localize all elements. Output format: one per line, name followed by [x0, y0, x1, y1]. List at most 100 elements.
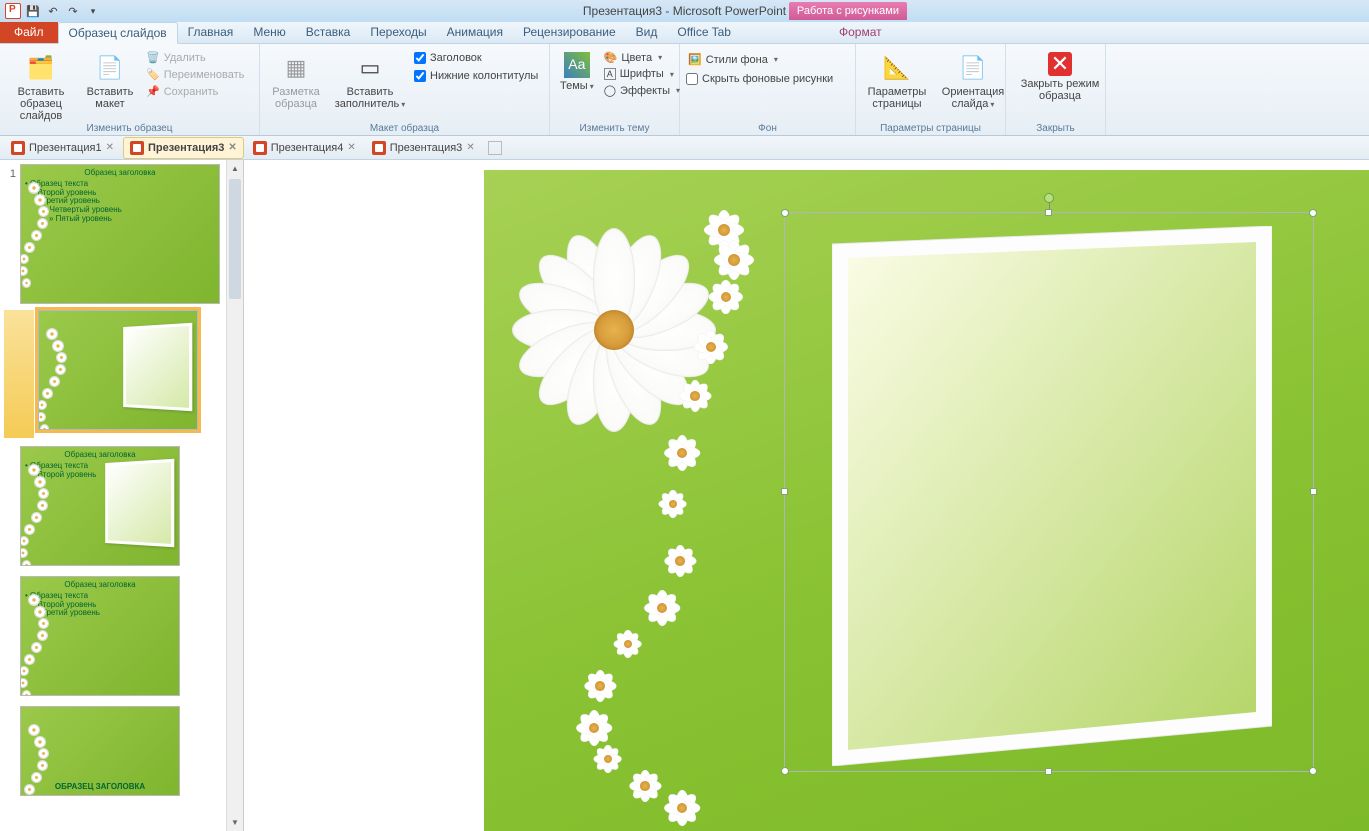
- colors-icon: 🎨: [604, 51, 618, 64]
- thumb-row-master[interactable]: 1 Образец заголовка • Образец текста – В…: [2, 164, 225, 304]
- layout-thumbnail[interactable]: Образец заголовка• Образец текста– Второ…: [20, 446, 180, 566]
- layout-thumbnail[interactable]: ОБРАЗЕЦ ЗАГОЛОВКА: [20, 706, 180, 796]
- ribbon-group-background: 🖼️Стили фона Скрыть фоновые рисунки Фон: [680, 44, 856, 135]
- save-icon[interactable]: 💾: [24, 2, 42, 20]
- insert-placeholder-button[interactable]: ▭ Вставить заполнитель: [330, 50, 410, 112]
- themes-button[interactable]: Aa Темы: [556, 50, 598, 94]
- thumbnail-scrollbar[interactable]: ▲ ▼: [226, 160, 243, 831]
- label: Закрыть режим образца: [1016, 78, 1104, 102]
- hide-bg-graphics-checkbox[interactable]: Скрыть фоновые рисунки: [686, 73, 833, 85]
- bg-styles-button[interactable]: 🖼️ Стили фона: [686, 52, 833, 67]
- rename-button[interactable]: 🏷️ Переименовать: [144, 67, 246, 82]
- resize-handle[interactable]: [1045, 768, 1052, 775]
- effects-button[interactable]: ◯Эффекты: [602, 83, 682, 98]
- label: Параметры страницы: [866, 86, 928, 110]
- bg-styles-icon: 🖼️: [688, 53, 702, 66]
- label: Заголовок: [430, 52, 482, 64]
- label: Разметка образца: [270, 86, 322, 110]
- thumbnail-pane[interactable]: 1 Образец заголовка • Образец текста – В…: [0, 160, 244, 831]
- scroll-up-icon[interactable]: ▲: [227, 160, 243, 177]
- insert-layout-button[interactable]: 📄 Вставить макет: [80, 50, 140, 112]
- fonts-button[interactable]: AШрифты: [602, 67, 682, 81]
- tab-review[interactable]: Рецензирование: [513, 21, 626, 43]
- label: Нижние колонтитулы: [430, 70, 538, 82]
- close-master-view-button[interactable]: ✕ Закрыть режим образца: [1012, 50, 1108, 104]
- tab-format[interactable]: Формат: [829, 21, 892, 43]
- preserve-button[interactable]: 📌Сохранить: [144, 84, 246, 99]
- resize-handle[interactable]: [781, 767, 789, 775]
- powerpoint-icon: [253, 141, 267, 155]
- layout-thumbnail[interactable]: Образец заголовка• Образец текста– Второ…: [20, 576, 180, 696]
- app-icon[interactable]: [4, 2, 22, 20]
- tab-home[interactable]: Главная: [178, 21, 244, 43]
- group-label: Изменить тему: [550, 123, 679, 134]
- resize-handle[interactable]: [1045, 209, 1052, 216]
- slide-canvas[interactable]: 13.03.2016 Верхний колонтитул ‹#›: [484, 170, 1369, 831]
- rename-icon: 🏷️: [146, 68, 160, 81]
- new-doc-tab[interactable]: [484, 137, 506, 159]
- doc-tab[interactable]: Презентация3✕: [365, 137, 482, 159]
- doc-tab[interactable]: Презентация1✕: [4, 137, 121, 159]
- quick-access-toolbar: 💾 ↶ ↷ ▾: [0, 2, 106, 20]
- close-tab-icon[interactable]: ✕: [106, 142, 114, 153]
- label: Презентация3: [148, 142, 224, 154]
- insert-slide-master-button[interactable]: 🗂️ Вставить образец слайдов: [6, 50, 76, 124]
- close-tab-icon[interactable]: ✕: [466, 142, 474, 153]
- master-thumbnail[interactable]: Образец заголовка • Образец текста – Вто…: [20, 164, 220, 304]
- tab-view[interactable]: Вид: [626, 21, 668, 43]
- rotate-handle[interactable]: [1044, 193, 1054, 203]
- title-checkbox[interactable]: Заголовок: [414, 52, 538, 64]
- label: Вставить макет: [84, 86, 136, 110]
- layout-thumbnail-selected[interactable]: [38, 310, 198, 430]
- powerpoint-icon: [372, 141, 386, 155]
- label: Презентация3: [390, 142, 463, 154]
- master-layout-icon: ▦: [280, 52, 312, 84]
- tab-animation[interactable]: Анимация: [437, 21, 513, 43]
- footers-checkbox[interactable]: Нижние колонтитулы: [414, 70, 538, 82]
- thumb-row-layout[interactable]: [2, 310, 225, 440]
- slide-editor[interactable]: 13.03.2016 Верхний колонтитул ‹#›: [244, 160, 1369, 831]
- slide-number: 1: [2, 164, 16, 304]
- tab-menu[interactable]: Меню: [243, 21, 295, 43]
- picture-frame[interactable]: [832, 226, 1272, 766]
- label: Удалить: [164, 52, 206, 64]
- label: Переименовать: [164, 69, 245, 81]
- undo-icon[interactable]: ↶: [44, 2, 62, 20]
- label: Темы: [560, 80, 594, 92]
- close-tab-icon[interactable]: ✕: [228, 142, 236, 153]
- themes-icon: Aa: [564, 52, 590, 78]
- doc-tab[interactable]: Презентация4✕: [246, 137, 363, 159]
- ribbon-group-close: ✕ Закрыть режим образца Закрыть: [1006, 44, 1106, 135]
- resize-handle[interactable]: [1310, 488, 1317, 495]
- slide-orientation-icon: 📄: [957, 52, 989, 84]
- insert-slide-master-icon: 🗂️: [25, 52, 57, 84]
- powerpoint-icon: [11, 141, 25, 155]
- selection-indicator: [4, 310, 34, 438]
- doc-tab[interactable]: Презентация3 ✕: [123, 137, 244, 159]
- label: Стили фона: [706, 54, 768, 66]
- tab-file[interactable]: Файл: [0, 21, 58, 43]
- page-setup-button[interactable]: 📐 Параметры страницы: [862, 50, 932, 112]
- close-tab-icon[interactable]: ✕: [347, 142, 355, 153]
- tab-slide-master[interactable]: Образец слайдов: [58, 22, 178, 44]
- ribbon-group-page-setup: 📐 Параметры страницы 📄 Ориентация слайда…: [856, 44, 1006, 135]
- tab-office-tab[interactable]: Office Tab: [667, 21, 741, 43]
- label: Эффекты: [620, 85, 670, 97]
- delete-button[interactable]: 🗑️ Удалить: [144, 50, 246, 65]
- resize-handle[interactable]: [1309, 767, 1317, 775]
- qat-customize-icon[interactable]: ▾: [84, 2, 102, 20]
- resize-handle[interactable]: [1309, 209, 1317, 217]
- colors-button[interactable]: 🎨Цвета: [602, 50, 682, 65]
- resize-handle[interactable]: [781, 209, 789, 217]
- scroll-down-icon[interactable]: ▼: [227, 814, 243, 831]
- delete-icon: 🗑️: [146, 51, 160, 64]
- document-tab-strip: Презентация1✕ Презентация3✕ Презентация4…: [0, 136, 1369, 160]
- scrollbar-thumb[interactable]: [229, 179, 241, 299]
- resize-handle[interactable]: [781, 488, 788, 495]
- tab-transitions[interactable]: Переходы: [360, 21, 436, 43]
- slide-orientation-button[interactable]: 📄 Ориентация слайда: [936, 50, 1010, 112]
- insert-placeholder-icon: ▭: [354, 52, 386, 84]
- redo-icon[interactable]: ↷: [64, 2, 82, 20]
- tab-insert[interactable]: Вставка: [296, 21, 361, 43]
- label: Шрифты: [620, 68, 664, 80]
